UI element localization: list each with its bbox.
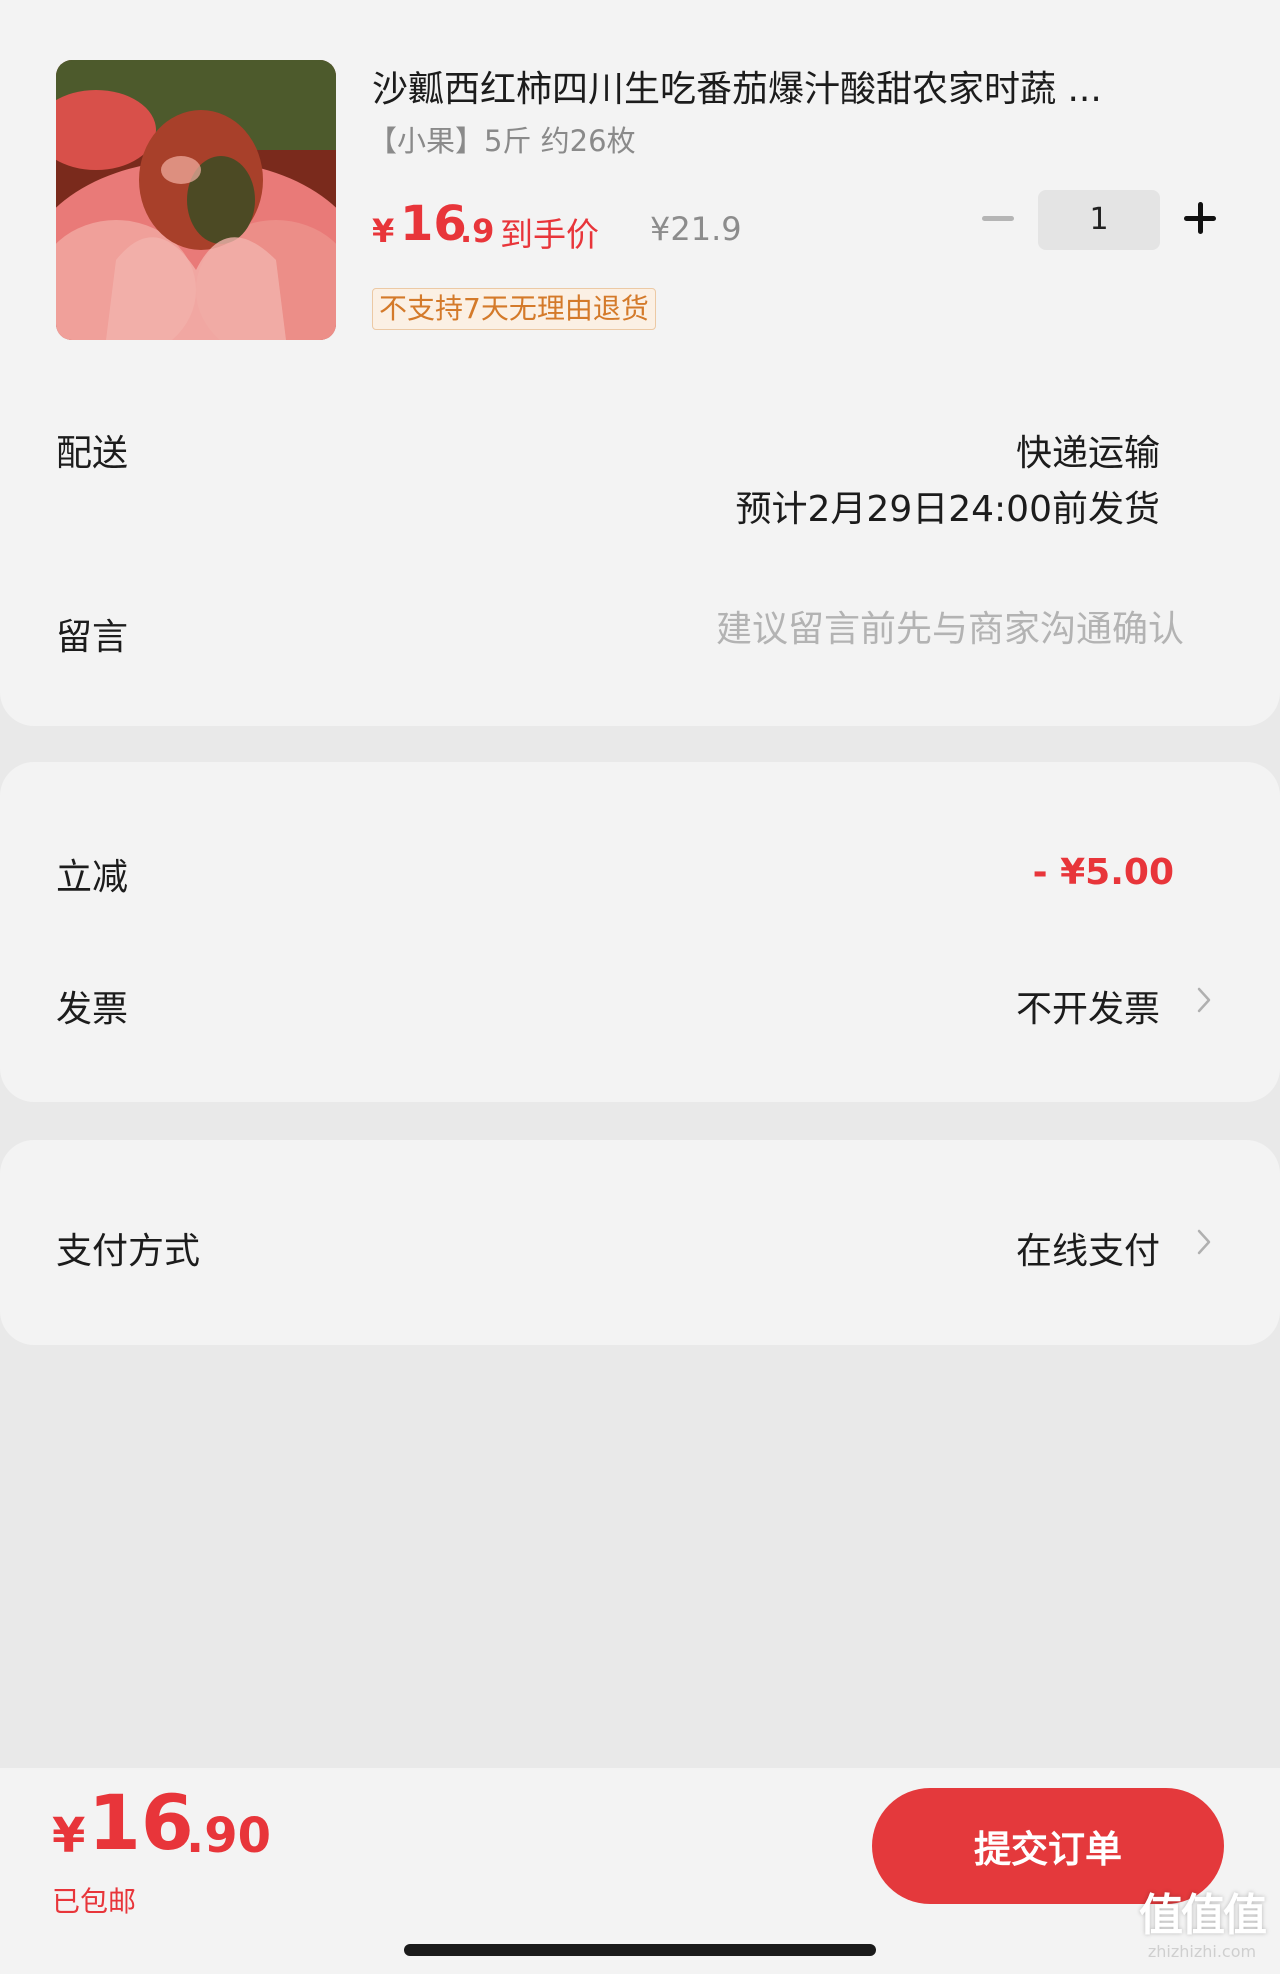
message-label: 留言 [56, 617, 129, 658]
watermark: 值值值 zhizhizhi.com [1132, 1890, 1272, 1974]
shipping-note: 已包邮 [52, 1885, 137, 1918]
total-decimal: .90 [186, 1808, 272, 1864]
price-decimal: .9 [460, 212, 495, 250]
product-image[interactable] [56, 60, 336, 340]
price-currency: ¥ [372, 212, 395, 250]
delivery-label: 配送 [56, 433, 129, 474]
chevron-right-icon[interactable] [1196, 1228, 1212, 1256]
delivery-method: 快递运输 [1015, 433, 1160, 474]
submit-order-button[interactable]: 提交订单 [872, 1788, 1224, 1904]
message-input[interactable] [564, 604, 1184, 654]
total-integer: 16 [88, 1778, 194, 1867]
watermark-url: zhizhizhi.com [1147, 1942, 1257, 1961]
product-card: 沙瓤西红柿四川生吃番茄爆汁酸甜农家时蔬 ... 【小果】5斤 约26枚 ¥ 16… [0, 0, 1280, 726]
delivery-eta: 预计2月29日24:00前发货 [735, 489, 1160, 530]
quantity-increase-button[interactable] [1180, 196, 1224, 240]
quantity-decrease-button[interactable] [978, 196, 1022, 240]
return-policy-badge: 不支持7天无理由退货 [372, 288, 656, 330]
discount-value: - ¥5.00 [1032, 852, 1174, 893]
total-currency: ¥ [52, 1808, 86, 1864]
discount-invoice-card [0, 762, 1280, 1102]
home-indicator[interactable] [404, 1944, 876, 1956]
payment-label[interactable]: 支付方式 [56, 1222, 200, 1274]
product-spec[interactable]: 【小果】5斤 约26枚 [368, 118, 636, 160]
invoice-label[interactable]: 发票 [56, 980, 128, 1032]
watermark-logo: 值值值 [1139, 1890, 1267, 1941]
original-price: ¥21.9 [650, 210, 742, 248]
invoice-value[interactable]: 不开发票 [1016, 980, 1160, 1032]
discount-label: 立减 [56, 857, 129, 898]
price-integer: 16 [400, 196, 467, 252]
quantity-value[interactable]: 1 [1038, 190, 1160, 250]
chevron-right-icon[interactable] [1196, 986, 1212, 1014]
product-title[interactable]: 沙瓤西红柿四川生吃番茄爆汁酸甜农家时蔬 ... [372, 66, 1212, 114]
price-tag: 到手价 [500, 215, 599, 254]
payment-value[interactable]: 在线支付 [1016, 1222, 1160, 1274]
tomato-image [56, 60, 336, 340]
